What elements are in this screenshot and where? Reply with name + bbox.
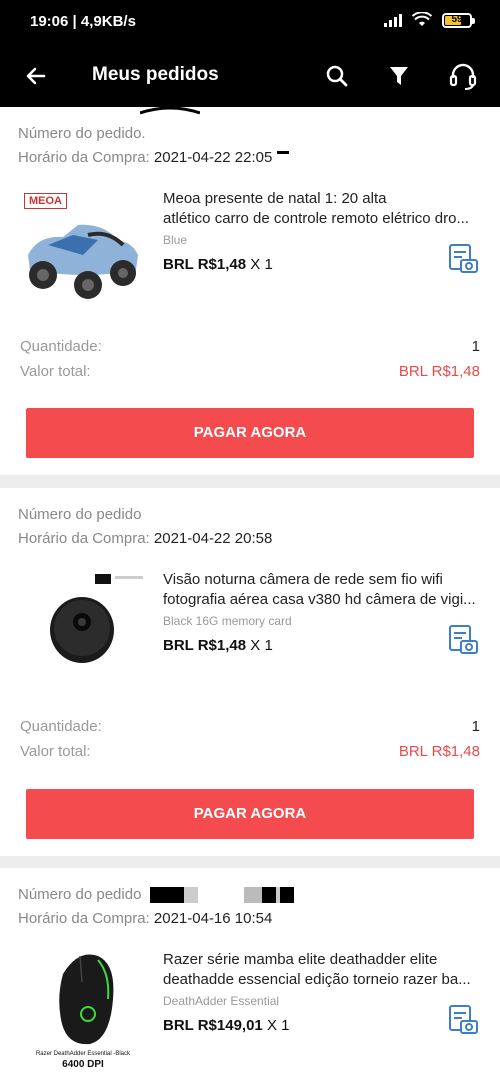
order-card: Número do pedido Horário da Compra: 2021… [0, 488, 500, 856]
order-card: Número do pedido. Horário da Compra: 202… [0, 106, 500, 475]
order-number: Número do pedido [18, 886, 294, 904]
purchase-time: Horário da Compra: 2021-04-22 20:58 [18, 530, 273, 547]
order-number: Número do pedido [18, 506, 142, 523]
product-variant: DeathAdder Essential [163, 994, 280, 1008]
receipt-photo-icon[interactable] [447, 1004, 479, 1036]
product-image-mouse[interactable]: Razer DeathAdder Essential -Black 6400 D… [18, 944, 148, 1074]
product-name[interactable]: Visão noturna câmera de rede sem fio wif… [163, 570, 483, 610]
product-name[interactable]: Meoa presente de natal 1: 20 alta atléti… [163, 189, 483, 229]
status-bar: 19:06 | 4,9KB/s 59 [0, 0, 500, 45]
wifi-icon [412, 12, 432, 26]
product-image-camera[interactable] [18, 566, 148, 696]
product-price: BRL R$1,48 X 1 [163, 637, 273, 654]
redacted-mark [243, 887, 262, 904]
product-variant: Black 16G memory card [163, 614, 292, 628]
quantity-row: Quantidade: 1 [20, 338, 480, 355]
quantity-row: Quantidade: 1 [20, 718, 480, 735]
header-arc-mark [140, 106, 200, 115]
app-bar: Meus pedidos [0, 45, 500, 107]
product-price: BRL R$149,01 X 1 [163, 1017, 290, 1034]
total-row: Valor total: BRL R$1,48 [20, 363, 480, 380]
redacted-mark [149, 887, 184, 904]
headset-support-icon[interactable] [447, 60, 479, 92]
redacted-mark [276, 151, 289, 154]
search-icon[interactable] [321, 60, 353, 92]
back-arrow-icon[interactable] [20, 60, 52, 92]
pay-now-button[interactable]: PAGAR AGORA [26, 789, 474, 839]
quantity-value: 1 [471, 718, 480, 735]
thumb-caption: Razer DeathAdder Essential -Black [35, 1051, 131, 1057]
total-value: BRL R$1,48 [398, 743, 480, 760]
product-name[interactable]: Razer série mamba elite deathadder elite… [163, 950, 483, 990]
product-image-rc-car[interactable]: MEOA [18, 185, 148, 315]
total-value: BRL R$1,48 [398, 363, 480, 380]
pay-now-button[interactable]: PAGAR AGORA [26, 408, 474, 458]
receipt-photo-icon[interactable] [447, 243, 479, 275]
order-number: Número do pedido. [18, 125, 146, 142]
purchase-date: 2021-04-22 20:58 [153, 530, 273, 547]
battery-icon: 59 [442, 12, 475, 28]
filter-icon[interactable] [383, 60, 415, 92]
product-variant: Blue [163, 233, 188, 247]
purchase-time: Horário da Compra: 2021-04-16 10:54 [18, 910, 273, 927]
purchase-date: 2021-04-16 10:54 [153, 910, 273, 927]
status-time: 19:06 | 4,9KB/s [30, 13, 136, 30]
signal-icon [384, 13, 402, 27]
page-title: Meus pedidos [92, 64, 219, 85]
purchase-date: 2021-04-22 22:05 [153, 149, 273, 166]
receipt-photo-icon[interactable] [447, 624, 479, 656]
product-price: BRL R$1,48 X 1 [163, 256, 273, 273]
thumb-dpi: 6400 DPI [62, 1059, 104, 1070]
redacted-mark [95, 574, 111, 584]
quantity-value: 1 [471, 338, 480, 355]
battery-level: 59 [451, 13, 463, 25]
brand-logo: MEOA [24, 193, 67, 209]
purchase-time: Horário da Compra: 2021-04-22 22:05 [18, 149, 289, 166]
total-row: Valor total: BRL R$1,48 [20, 743, 480, 760]
order-card: Número do pedido Horário da Compra: 2021… [0, 868, 500, 1082]
